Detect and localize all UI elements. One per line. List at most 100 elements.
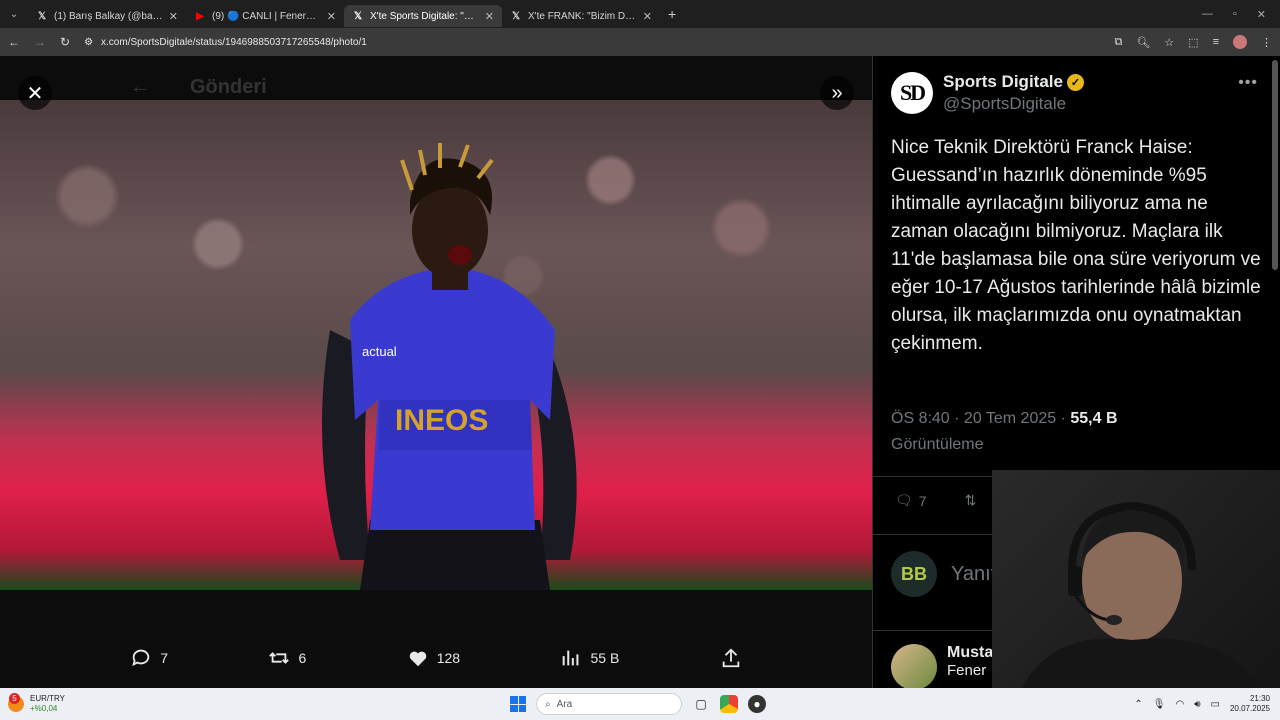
clock-time: 21:30	[1249, 694, 1270, 703]
maximize-icon[interactable]: ▫	[1233, 8, 1237, 21]
toggle-sidebar-button[interactable]: »	[820, 76, 854, 110]
menu-icon[interactable]: ⋮	[1261, 36, 1272, 49]
volume-icon[interactable]: 🔊︎	[1194, 699, 1200, 710]
browser-tab-1[interactable]: 𝕏 (1) Barış Balkay (@barisbalkay) ✕	[28, 5, 186, 27]
reply-composer: BB Yanıt	[891, 551, 996, 597]
back-icon[interactable]: ←	[8, 35, 20, 49]
player-figure: INEOS actual	[322, 143, 577, 590]
close-tab-icon[interactable]: ✕	[485, 10, 494, 23]
reply-button[interactable]: 7	[130, 647, 168, 669]
share-icon	[722, 648, 739, 668]
share-button[interactable]	[720, 647, 742, 669]
currency-change: +%0,04	[30, 704, 58, 713]
chrome-icon[interactable]	[720, 695, 738, 713]
x-logo-icon: 𝕏	[37, 10, 47, 22]
photo-action-bar: 7 6 128 55 B	[0, 628, 872, 688]
browser-tab-2[interactable]: ▶ (9) 🔵 CANLI | Fenerbahçe - Ur ✕	[186, 5, 344, 27]
currency-pair: EUR/TRY	[30, 694, 65, 703]
bookmark-star-icon[interactable]: ☆	[1164, 36, 1174, 49]
heart-icon	[409, 651, 426, 667]
url-text: x.com/SportsDigitale/status/194698850371…	[101, 36, 367, 48]
reload-icon[interactable]: ↻	[60, 35, 70, 49]
tab-title: (9) 🔵 CANLI | Fenerbahçe - Ur	[212, 10, 321, 22]
reply-input[interactable]: Yanıt	[951, 563, 996, 586]
retweet-button[interactable]: 6	[268, 647, 306, 669]
back-arrow-icon: ←	[130, 76, 150, 98]
clock[interactable]: 21:30 20.07.2025	[1230, 694, 1270, 714]
widget-icon: 5	[8, 693, 24, 712]
tweet-timestamp[interactable]: ÖS 8:40 · 20 Tem 2025 ·	[891, 410, 1070, 427]
views-label: Görüntüleme	[891, 436, 984, 453]
minimize-icon[interactable]: —	[1202, 8, 1213, 21]
tweet-view-count: 55,4 B	[1070, 410, 1118, 427]
commenter-avatar[interactable]	[891, 644, 937, 688]
retweet-button[interactable]: ⇅	[965, 492, 977, 509]
close-window-icon[interactable]: ✕	[1257, 8, 1266, 21]
forward-icon[interactable]: →	[34, 35, 46, 49]
page-title: Gönderi	[190, 76, 267, 98]
author-name-row[interactable]: Sports Digitale ✓	[943, 72, 1084, 92]
close-photo-button[interactable]: ✕	[18, 76, 52, 110]
tab-title: X'te FRANK: "Bizim Duran'a ver	[528, 10, 637, 22]
clock-date: 20.07.2025	[1229, 704, 1270, 713]
more-options-icon[interactable]: •••	[1238, 74, 1258, 92]
browser-tab-3[interactable]: 𝕏 X'te Sports Digitale: "Nice Tekni ✕	[344, 5, 502, 27]
like-count: 128	[436, 650, 461, 666]
close-tab-icon[interactable]: ✕	[169, 10, 178, 23]
retweet-icon	[269, 652, 290, 664]
tweet-text: Nice Teknik Direktörü Franck Haise: Gues…	[891, 137, 1261, 354]
reply-icon	[132, 649, 150, 667]
close-tab-icon[interactable]: ✕	[643, 10, 652, 23]
extensions-icon[interactable]: ⬚	[1188, 36, 1198, 49]
author-avatar[interactable]: SD	[891, 72, 933, 114]
tweet-photo[interactable]: INEOS actual	[0, 100, 872, 590]
tab-title: (1) Barış Balkay (@barisbalkay)	[54, 10, 163, 22]
youtube-logo-icon: ▶	[196, 10, 204, 22]
x-logo-icon: 𝕏	[353, 10, 363, 22]
browser-tab-4[interactable]: 𝕏 X'te FRANK: "Bizim Duran'a ver ✕	[502, 5, 660, 27]
like-button[interactable]: 128	[407, 647, 460, 669]
webcam-overlay	[992, 470, 1280, 688]
streamer-figure	[1022, 501, 1262, 688]
views-button[interactable]: 55 B	[560, 647, 619, 669]
author-name: Sports Digitale	[943, 72, 1063, 91]
tray-expand-icon[interactable]: ⌃	[1134, 699, 1142, 710]
app-icon[interactable]: ●	[748, 695, 766, 713]
tab-title: X'te Sports Digitale: "Nice Tekni	[370, 10, 479, 22]
views-count: 55 B	[590, 650, 620, 666]
scrollbar[interactable]	[1272, 60, 1278, 270]
windows-start-icon[interactable]	[510, 696, 526, 712]
commenter-name[interactable]: Musta	[947, 644, 993, 662]
system-tray: ⌃ 🎙︎ ◠ 🔊︎ ▭ 21:30 20.07.2025	[1134, 688, 1270, 720]
tab-search-icon[interactable]: ⌄	[0, 0, 28, 28]
task-view-icon[interactable]: ▢	[692, 695, 710, 713]
zoom-icon[interactable]: 🔍︎	[1136, 36, 1150, 49]
profile-avatar[interactable]	[1233, 35, 1247, 49]
reply-count: 7	[918, 492, 927, 509]
wifi-icon[interactable]: ◠	[1175, 699, 1184, 710]
new-tab-button[interactable]: +	[660, 6, 684, 22]
site-info-icon[interactable]: ⚙	[84, 37, 93, 48]
svg-text:INEOS: INEOS	[395, 404, 488, 437]
widgets-ticker[interactable]: 5 EUR/TRY +%0,04	[8, 693, 65, 714]
install-icon[interactable]: ⧉	[1114, 36, 1122, 49]
reply-button[interactable]: 🗨︎ 7	[895, 492, 927, 509]
tweet-author: SD Sports Digitale ✓ @SportsDigitale	[891, 72, 1084, 114]
mic-icon[interactable]: 🎙︎	[1153, 699, 1166, 710]
comment-text: Fener	[947, 662, 987, 679]
address-bar[interactable]: ⚙ x.com/SportsDigitale/status/1946988503…	[84, 31, 1100, 53]
tweet-meta: ÖS 8:40 · 20 Tem 2025 · 55,4 B Görüntüle…	[891, 406, 1261, 458]
background-header: ← Gönderi	[130, 76, 267, 99]
reply-list-item[interactable]: Musta Fener	[891, 644, 993, 688]
taskbar-search[interactable]: ⌕ Ara	[536, 693, 682, 715]
search-icon: ⌕	[545, 698, 551, 710]
taskbar: 5 EUR/TRY +%0,04 ⌕ Ara ▢ ● ⌃ 🎙︎ ◠ 🔊︎ ▭ 2…	[0, 688, 1280, 720]
media-icon[interactable]: ≡	[1213, 36, 1219, 48]
browser-toolbar: ← → ↻ ⚙ x.com/SportsDigitale/status/1946…	[0, 28, 1280, 56]
user-avatar: BB	[891, 551, 937, 597]
battery-icon[interactable]: ▭	[1211, 699, 1220, 710]
close-tab-icon[interactable]: ✕	[327, 10, 336, 23]
notification-badge: 5	[9, 693, 20, 704]
author-handle[interactable]: @SportsDigitale	[943, 94, 1084, 114]
tweet-action-bar: 🗨︎ 7 ⇅	[895, 492, 976, 509]
